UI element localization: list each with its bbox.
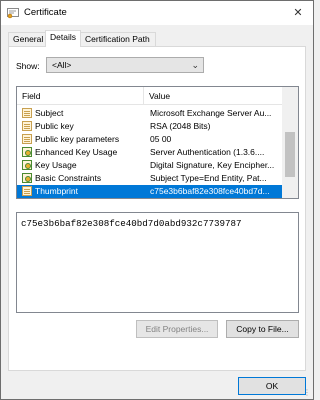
field-name: Public key xyxy=(35,121,74,131)
copy-to-file-button[interactable]: Copy to File... xyxy=(226,320,299,338)
extension-icon xyxy=(22,173,32,183)
document-icon xyxy=(22,186,32,196)
show-dropdown[interactable]: <All> ⌄ xyxy=(46,57,204,73)
tab-general[interactable]: General xyxy=(8,32,46,46)
field-value: Subject Type=End Entity, Pat... xyxy=(150,173,267,183)
value-text: c75e3b6baf82e308fce40bd7d0abd932c7739787 xyxy=(21,218,242,229)
field-value: Server Authentication (1.3.6.... xyxy=(150,147,265,157)
document-icon xyxy=(22,108,32,118)
tab-details[interactable]: Details xyxy=(45,30,81,47)
document-icon xyxy=(22,121,32,131)
field-list[interactable]: Field Value Subject Microsoft Exchange S… xyxy=(16,86,299,199)
certificate-icon xyxy=(7,8,19,19)
column-header-value[interactable]: Value xyxy=(149,91,170,101)
ok-button[interactable]: OK xyxy=(238,377,306,395)
tab-certification-path[interactable]: Certification Path xyxy=(80,32,156,46)
field-value: Microsoft Exchange Server Au... xyxy=(150,108,272,118)
extension-icon xyxy=(22,147,32,157)
field-value: RSA (2048 Bits) xyxy=(150,121,211,131)
field-value: 05 00 xyxy=(150,134,172,144)
document-icon xyxy=(22,134,32,144)
title-bar: Certificate ✕ xyxy=(1,1,313,25)
list-item[interactable]: Public key parameters 05 00 xyxy=(17,133,282,146)
list-item[interactable]: Basic Constraints Subject Type=End Entit… xyxy=(17,172,282,185)
list-header: Field Value xyxy=(17,87,282,105)
field-name: Subject xyxy=(35,108,64,118)
vertical-scrollbar[interactable] xyxy=(282,87,298,198)
window-title: Certificate xyxy=(24,7,67,18)
tab-certification-path-label: Certification Path xyxy=(85,34,150,44)
value-textbox[interactable]: c75e3b6baf82e308fce40bd7d0abd932c7739787 xyxy=(16,212,299,313)
field-name: Enhanced Key Usage xyxy=(35,147,118,157)
tab-details-label: Details xyxy=(50,32,76,42)
field-name: Public key parameters xyxy=(35,134,120,144)
certificate-dialog: Certificate ✕ General Details Certificat… xyxy=(0,0,314,400)
details-panel: Show: <All> ⌄ Field Value Subject Micros… xyxy=(8,46,306,371)
column-divider[interactable] xyxy=(143,87,144,104)
list-item[interactable]: Enhanced Key Usage Server Authentication… xyxy=(17,146,282,159)
show-dropdown-value: <All> xyxy=(52,60,72,70)
tab-general-label: General xyxy=(13,34,44,44)
list-item[interactable]: Key Usage Digital Signature, Key Enciphe… xyxy=(17,159,282,172)
extension-icon xyxy=(22,160,32,170)
column-header-field[interactable]: Field xyxy=(22,91,40,101)
list-item[interactable]: Subject Microsoft Exchange Server Au... xyxy=(17,107,282,120)
chevron-down-icon: ⌄ xyxy=(191,60,199,70)
field-value: c75e3b6baf82e308fce40bd7d... xyxy=(150,186,270,196)
show-label: Show: xyxy=(16,61,40,71)
field-name: Basic Constraints xyxy=(35,173,102,183)
field-value: Digital Signature, Key Encipher... xyxy=(150,160,275,170)
field-name: Thumbprint xyxy=(35,186,78,196)
close-icon[interactable]: ✕ xyxy=(289,4,307,22)
resize-grip-icon[interactable]: ⋮ xyxy=(303,388,311,397)
edit-properties-button[interactable]: Edit Properties... xyxy=(136,320,218,338)
list-item[interactable]: Public key RSA (2048 Bits) xyxy=(17,120,282,133)
list-item-selected[interactable]: Thumbprint c75e3b6baf82e308fce40bd7d... xyxy=(17,185,282,198)
field-name: Key Usage xyxy=(35,160,77,170)
scrollbar-thumb[interactable] xyxy=(285,132,295,177)
